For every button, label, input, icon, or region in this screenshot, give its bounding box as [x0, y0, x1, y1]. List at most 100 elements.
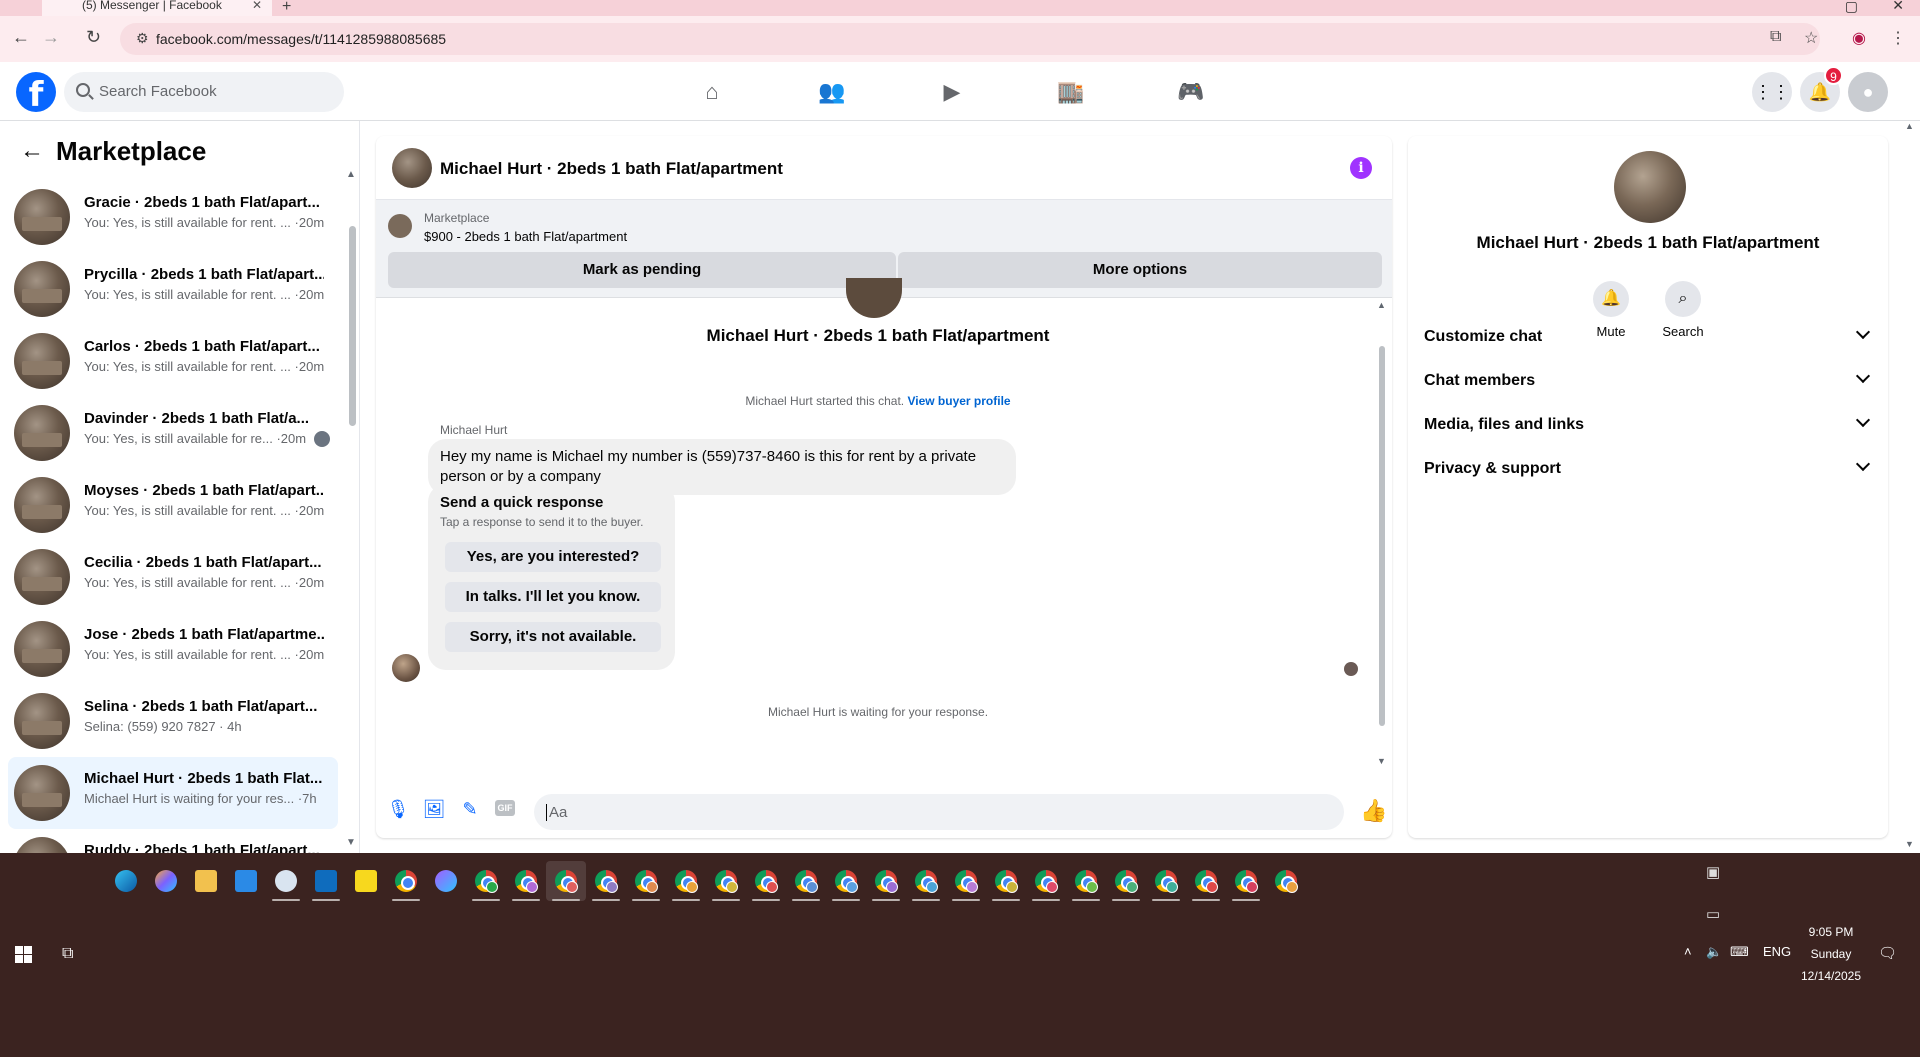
browser-menu-icon[interactable]: ⋮ — [1890, 28, 1906, 48]
address-bar[interactable]: ⚙ facebook.com/messages/t/11412859880856… — [120, 23, 1820, 55]
conversation-item[interactable]: Gracie · 2beds 1 bath Flat/apart... You:… — [8, 181, 338, 253]
chrome-icon[interactable] — [386, 861, 426, 901]
page-scroll-up-icon[interactable]: ▲ — [1905, 121, 1914, 131]
bookmark-star-icon[interactable]: ☆ — [1804, 28, 1818, 48]
reload-icon[interactable]: ↻ — [86, 27, 101, 48]
chrome-icon[interactable] — [1226, 861, 1266, 901]
view-buyer-profile-link[interactable]: View buyer profile — [907, 394, 1010, 408]
customize-chat-section[interactable]: Customize chat — [1416, 315, 1880, 359]
chrome-icon[interactable] — [506, 861, 546, 901]
page-scroll-down-icon[interactable]: ▼ — [1905, 839, 1914, 849]
chrome-icon[interactable] — [1066, 861, 1106, 901]
notification-center-icon[interactable]: 🗨 — [1878, 944, 1897, 962]
system-clock[interactable]: 9:05 PM Sunday 12/14/2025 — [1796, 921, 1866, 987]
chrome-icon[interactable] — [1106, 861, 1146, 901]
scroll-down-icon[interactable]: ▼ — [346, 837, 356, 848]
site-info-icon[interactable]: ⚙ — [136, 30, 149, 47]
m365-icon[interactable] — [426, 861, 466, 901]
chrome-icon[interactable] — [466, 861, 506, 901]
conversation-item[interactable]: Selina · 2beds 1 bath Flat/apart... Seli… — [8, 685, 338, 757]
chrome-icon[interactable] — [586, 861, 626, 901]
chrome-icon[interactable] — [626, 861, 666, 901]
conversation-item[interactable]: Carlos · 2beds 1 bath Flat/apart... You:… — [8, 325, 338, 397]
message-input[interactable]: Aa ☺ — [534, 794, 1344, 830]
conversation-item[interactable]: Prycilla · 2beds 1 bath Flat/apart... Yo… — [8, 253, 338, 325]
chrome-icon[interactable] — [946, 861, 986, 901]
chrome-icon[interactable] — [866, 861, 906, 901]
chrome-icon[interactable] — [1186, 861, 1226, 901]
window-close-icon[interactable]: ✕ — [1892, 0, 1904, 14]
marketplace-icon[interactable]: 🏬 — [1053, 74, 1089, 110]
sidebar-scrollbar[interactable] — [349, 226, 356, 426]
video-icon[interactable]: ▶ — [934, 74, 970, 110]
gaming-icon[interactable]: 🎮 — [1173, 74, 1209, 110]
gif-icon[interactable]: GIF — [495, 800, 515, 816]
listing-thumbnail[interactable] — [388, 214, 412, 238]
edge-icon[interactable] — [106, 861, 146, 901]
thumbs-up-icon[interactable]: 👍 — [1360, 798, 1387, 824]
chrome-icon[interactable] — [786, 861, 826, 901]
browser-tab[interactable]: (5) Messenger | Facebook ✕ — [42, 0, 272, 16]
tab-close-icon[interactable]: ✕ — [252, 0, 262, 12]
chevron-up-icon[interactable]: ˄ — [1684, 944, 1692, 959]
profile-icon[interactable]: ◉ — [1852, 28, 1866, 48]
photo-icon[interactable]: 🖼 — [422, 797, 446, 821]
conversation-item[interactable]: Ruddy · 2beds 1 bath Flat/apart... — [8, 829, 338, 853]
conversation-item[interactable]: Jose · 2beds 1 bath Flat/apartme... You:… — [8, 613, 338, 685]
outlook-icon[interactable] — [306, 861, 346, 901]
chrome-icon[interactable] — [1146, 861, 1186, 901]
chrome-icon[interactable] — [546, 861, 586, 901]
task-view-icon[interactable]: ⧉ — [62, 945, 73, 963]
install-app-icon[interactable]: ⧉ — [1770, 28, 1781, 46]
search-input[interactable]: Search Facebook — [64, 72, 344, 112]
info-icon[interactable]: i — [1350, 157, 1372, 179]
chrome-icon[interactable] — [826, 861, 866, 901]
quick-reply-button[interactable]: Yes, are you interested? — [445, 542, 661, 572]
chrome-icon[interactable] — [746, 861, 786, 901]
forward-icon[interactable]: → — [42, 27, 60, 48]
quick-reply-button[interactable]: Sorry, it's not available. — [445, 622, 661, 652]
file-explorer-icon[interactable] — [186, 861, 226, 901]
conversation-item[interactable]: Davinder · 2beds 1 bath Flat/a... You: Y… — [8, 397, 338, 469]
listing-title[interactable]: $900 - 2beds 1 bath Flat/apartment — [424, 229, 627, 244]
chrome-icon[interactable] — [706, 861, 746, 901]
sticker-icon[interactable]: ✎ — [458, 797, 482, 821]
store-icon[interactable] — [226, 861, 266, 901]
privacy-support-section[interactable]: Privacy & support — [1416, 447, 1880, 491]
facebook-logo[interactable]: f — [16, 72, 56, 115]
keyboard-icon[interactable]: ⌨ — [1730, 944, 1749, 960]
home-icon[interactable]: ⌂ — [694, 74, 730, 110]
volume-icon[interactable]: 🔈 — [1706, 944, 1722, 960]
chrome-icon[interactable] — [1026, 861, 1066, 901]
friends-icon[interactable]: 👥 — [814, 74, 850, 110]
tray-app-icon[interactable]: ▣ — [1706, 863, 1720, 881]
quick-reply-button[interactable]: In talks. I'll let you know. — [445, 582, 661, 612]
back-icon[interactable]: ← — [12, 27, 30, 48]
avatar[interactable] — [392, 654, 420, 682]
chat-title[interactable]: Michael Hurt · 2beds 1 bath Flat/apartme… — [440, 159, 783, 179]
chrome-icon[interactable] — [666, 861, 706, 901]
maximize-icon[interactable]: ▢ — [1845, 0, 1858, 15]
scroll-up-icon[interactable]: ▲ — [346, 169, 356, 180]
microphone-icon[interactable]: 🎙 — [386, 797, 410, 821]
menu-grid-icon[interactable]: ⋮⋮ — [1752, 72, 1792, 112]
avatar[interactable] — [392, 148, 432, 188]
mark-as-pending-button[interactable]: Mark as pending — [388, 252, 896, 288]
scroll-down-icon[interactable]: ▼ — [1377, 756, 1386, 766]
more-options-button[interactable]: More options — [898, 252, 1382, 288]
tray-display-icon[interactable]: ▭ — [1706, 905, 1720, 923]
chrome-icon[interactable] — [906, 861, 946, 901]
new-tab-button[interactable]: + — [282, 0, 291, 16]
conversation-item[interactable]: Cecilia · 2beds 1 bath Flat/apart... You… — [8, 541, 338, 613]
back-arrow-icon[interactable]: ← — [20, 137, 44, 165]
scroll-up-icon[interactable]: ▲ — [1377, 300, 1386, 310]
conversation-item[interactable]: Moyses · 2beds 1 bath Flat/apart... You:… — [8, 469, 338, 541]
chrome-icon[interactable] — [1266, 861, 1306, 901]
avatar[interactable] — [1614, 151, 1686, 223]
copilot-icon[interactable] — [146, 861, 186, 901]
sticky-notes-icon[interactable] — [346, 861, 386, 901]
language-indicator[interactable]: ENG — [1763, 944, 1791, 959]
windows-start-icon[interactable] — [15, 946, 32, 963]
paint-icon[interactable] — [266, 861, 306, 901]
account-avatar[interactable]: ● — [1848, 72, 1888, 112]
